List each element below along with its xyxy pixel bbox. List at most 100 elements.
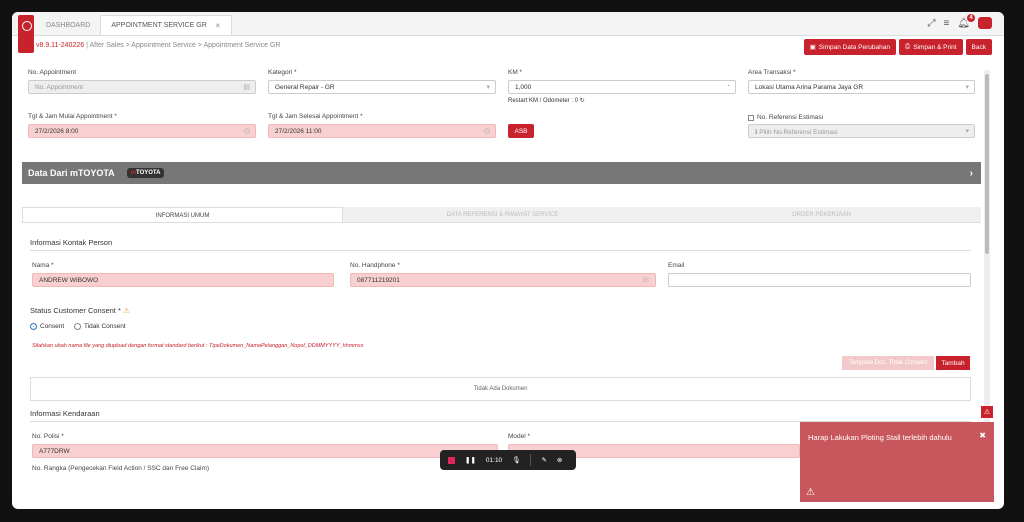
stop-icon[interactable] xyxy=(448,456,455,464)
tgl-selesai-label: Tgl & Jam Selesai Appointment * xyxy=(268,113,363,120)
chevron-down-icon: ▾ xyxy=(965,128,969,135)
km-field[interactable]: 1,000 ◔ xyxy=(508,80,736,94)
nama-field[interactable]: ANDREW WIBOWO xyxy=(32,273,334,287)
avatar[interactable] xyxy=(978,17,992,29)
template-doc-button[interactable]: Template Doc. Tidak Consent xyxy=(842,356,934,370)
bell-icon[interactable]: 🔔︎ 4 xyxy=(957,13,975,29)
no-appointment-label: No. Appointment xyxy=(28,69,77,76)
chevron-down-icon: ▾ xyxy=(965,84,969,91)
area-label: Area Transaksi * xyxy=(748,69,796,76)
tgl-selesai-value: 27/2/2026 11:00 xyxy=(275,128,322,135)
breadcrumb-path: | After Sales > Appointment Service > Ap… xyxy=(86,42,281,49)
restart-km[interactable]: Restart KM / Odometer : 0 ↻ xyxy=(508,97,585,104)
tab-appointment-service-gr[interactable]: APPOINTMENT SERVICE GR ✕ xyxy=(100,15,232,35)
mtoyota-logo: mTOYOTA xyxy=(126,168,165,178)
no-ref-placeholder: Pilih No.Referensi Estimasi xyxy=(759,129,838,136)
no-document-box: Tidak Ada Dokumen xyxy=(30,377,971,401)
refresh-icon: ↻ xyxy=(579,98,585,104)
expand-icon[interactable]: ⤢ xyxy=(927,18,935,29)
checkbox-icon xyxy=(748,114,754,121)
version-text: v8.9.11-240226 xyxy=(36,42,85,49)
notification-badge: 4 xyxy=(967,13,975,22)
rangka-label: No. Rangka (Pengecekan Field Action / SS… xyxy=(32,465,210,472)
save-icon: ▣ xyxy=(809,44,816,51)
breadcrumb: v8.9.11-240226 | After Sales > Appointme… xyxy=(36,42,281,49)
pen-icon[interactable]: ✎ xyxy=(541,456,546,464)
no-ref-checkbox[interactable]: No. Referensi Estimasi xyxy=(748,114,823,121)
consent-option: Consent xyxy=(40,323,65,330)
no-doc-text: Tidak Ada Dokumen xyxy=(473,386,528,392)
tab-informasi-umum[interactable]: INFORMASI UMUM xyxy=(22,207,343,222)
nopol-field[interactable]: A777DRW xyxy=(32,444,498,458)
scrollbar[interactable] xyxy=(984,70,990,480)
action-bar: ▣ Simpan Data Perubahan ⎙ Simpan & Print B… xyxy=(803,39,992,55)
kategori-value: General Repair - GR xyxy=(275,84,335,91)
radio-selected-icon xyxy=(30,323,37,330)
upload-note: Silahkan ubah nama file yang diupload de… xyxy=(32,343,364,349)
kategori-select[interactable]: General Repair - GR ▾ xyxy=(268,80,496,94)
email-field[interactable] xyxy=(668,273,971,287)
kendaraan-heading: Informasi Kendaraan xyxy=(30,409,100,418)
alert-icon[interactable]: ⚠ xyxy=(981,406,993,418)
no-appointment-field[interactable]: No. Appointment ▤ xyxy=(28,80,256,94)
km-value: 1,000 xyxy=(515,84,532,91)
sub-tabs: INFORMASI UMUM DATA REFERENSI & RIWAYAT … xyxy=(22,207,981,223)
speedometer-icon: ◔ xyxy=(725,83,730,90)
hp-label: No. Handphone * xyxy=(350,262,400,269)
tab-data-referensi[interactable]: DATA REFERENSI & RIWAYAT SERVICE xyxy=(343,207,662,222)
clock-icon: ◷ xyxy=(243,128,250,135)
clock-icon: ◷ xyxy=(483,128,490,135)
scrollbar-thumb[interactable] xyxy=(985,74,989,254)
brand-rest: TOYOTA xyxy=(136,170,161,176)
divider xyxy=(530,454,532,466)
tambah-button[interactable]: Tambah xyxy=(936,356,970,370)
no-ref-select[interactable]: ℹ Pilih No.Referensi Estimasi ▾ xyxy=(748,124,975,138)
camera-icon[interactable]: ⊗ xyxy=(557,456,562,464)
mtoyota-section[interactable]: Data Dari mTOYOTA mTOYOTA › xyxy=(22,162,981,184)
no-ref-label: No. Referensi Estimasi xyxy=(757,114,824,121)
close-icon[interactable]: ✖ xyxy=(979,431,986,440)
print-icon: ⎙ xyxy=(904,43,911,50)
save-button[interactable]: ▣ Simpan Data Perubahan xyxy=(803,39,896,55)
tgl-selesai-field[interactable]: 27/2/2026 11:00 ◷ xyxy=(268,124,496,138)
chevron-right-icon[interactable]: › xyxy=(970,168,973,179)
back-button[interactable]: Back xyxy=(965,39,992,55)
radio-icon xyxy=(74,323,81,330)
warning-icon: ⚠ xyxy=(122,306,130,315)
menu-icon[interactable]: ≡ xyxy=(943,18,949,29)
save-label: Simpan Data Perubahan xyxy=(818,43,890,51)
model-label: Model * xyxy=(508,433,531,440)
asb-button[interactable]: ASB xyxy=(508,124,534,138)
tidak-consent-radio[interactable]: Tidak Consent xyxy=(74,323,126,330)
nama-label: Nama * xyxy=(32,262,54,269)
consent-radio[interactable]: Consent xyxy=(30,323,64,330)
toast-notification: Harap Lakukan Ploting Stall terlebih dah… xyxy=(800,422,994,502)
mic-muted-icon[interactable]: 🎙︎ xyxy=(512,456,520,464)
mtoyota-title: Data Dari mTOYOTA xyxy=(28,168,115,178)
kontak-heading: Informasi Kontak Person xyxy=(30,238,113,247)
close-icon[interactable]: ✕ xyxy=(215,22,221,30)
area-select[interactable]: Lokasi Utama Arina Parama Jaya GR ▾ xyxy=(748,80,975,94)
tab-label: DASHBOARD xyxy=(46,21,91,29)
back-label: Back xyxy=(971,43,986,51)
hp-field[interactable]: 087711219201 ☏ xyxy=(350,273,656,287)
toast-message: Harap Lakukan Ploting Stall terlebih dah… xyxy=(808,433,952,442)
tab-order-pekerjaan[interactable]: ORDER PEKERJAAN xyxy=(662,207,981,222)
save-print-button[interactable]: ⎙ Simpan & Print xyxy=(898,39,963,55)
warning-icon: ⚠ xyxy=(806,487,815,498)
chevron-down-icon: ▾ xyxy=(486,84,490,91)
tgl-mulai-field[interactable]: 27/2/2026 8:00 ◷ xyxy=(28,124,256,138)
video-progress-bar[interactable] xyxy=(22,492,782,498)
hp-value: 087711219201 xyxy=(357,277,400,284)
consent-heading: Status Customer Consent * ⚠ xyxy=(30,306,130,315)
consent-label: Status Customer Consent * xyxy=(30,306,121,315)
save-print-label: Simpan & Print xyxy=(913,43,957,51)
km-label: KM * xyxy=(508,69,523,76)
divider xyxy=(30,250,971,251)
tab-dashboard[interactable]: DASHBOARD xyxy=(36,15,100,35)
nama-value: ANDREW WIBOWO xyxy=(39,277,99,284)
tgl-mulai-label: Tgl & Jam Mulai Appointment * xyxy=(28,113,117,120)
recorder-toolbar: ❚❚ 01:10 🎙︎ ✎ ⊗ xyxy=(440,450,576,470)
pause-icon[interactable]: ❚❚ xyxy=(465,456,476,464)
nopol-label: No. Polisi * xyxy=(32,433,64,440)
